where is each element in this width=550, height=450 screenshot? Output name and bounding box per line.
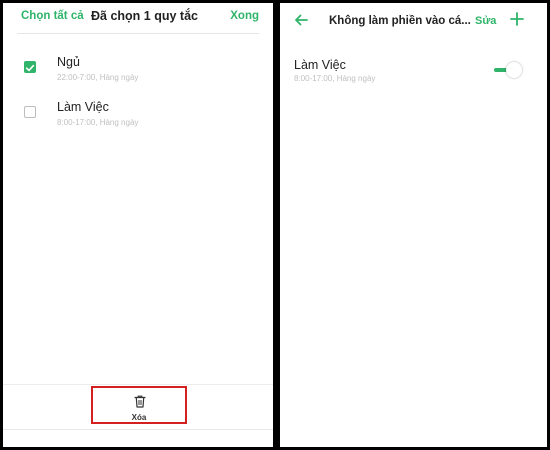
done-button[interactable]: Xong (230, 10, 259, 22)
toggle-knob (506, 62, 522, 78)
select-all-button[interactable]: Chọn tất cả (21, 10, 84, 22)
header-divider (17, 33, 259, 34)
rule-checkbox-work[interactable] (24, 106, 36, 118)
selection-title: Đã chọn 1 quy tắc (91, 9, 198, 23)
rule-name: Làm Việc (57, 100, 109, 114)
back-button[interactable] (294, 13, 308, 32)
delete-label: Xóa (131, 413, 147, 422)
rule-checkbox-sleep[interactable] (24, 61, 36, 73)
rule-item-work[interactable]: Làm Việc 8:00-17:00, Hàng ngày (280, 58, 547, 98)
plus-icon (510, 12, 524, 26)
trash-icon (134, 395, 146, 408)
dnd-title: Không làm phiền vào cá... (329, 15, 471, 27)
dnd-header: Không làm phiền vào cá... Sửa (280, 3, 547, 41)
add-rule-button[interactable] (510, 12, 524, 31)
rule-schedule: 8:00-17:00, Hàng ngày (57, 118, 139, 127)
selection-header: Chọn tất cả Đã chọn 1 quy tắc Xong (3, 3, 273, 33)
rule-selection-panel: Chọn tất cả Đã chọn 1 quy tắc Xong Ngủ 2… (3, 3, 273, 447)
rule-item-work[interactable]: Làm Việc 8:00-17:00, Hàng ngày (3, 100, 273, 140)
back-arrow-icon (295, 14, 308, 26)
bottom-divider (3, 429, 273, 430)
rule-name: Làm Việc (294, 58, 346, 72)
delete-button[interactable]: Xóa (91, 386, 187, 424)
do-not-disturb-panel: Không làm phiền vào cá... Sửa Làm Việc 8… (280, 3, 547, 447)
rule-item-sleep[interactable]: Ngủ 22:00-7:00, Hàng ngày (3, 55, 273, 95)
edit-button[interactable]: Sửa (475, 15, 496, 27)
check-icon (25, 64, 35, 72)
rule-name: Ngủ (57, 55, 80, 69)
rule-schedule: 22:00-7:00, Hàng ngày (57, 73, 139, 82)
rule-schedule: 8:00-17:00, Hàng ngày (294, 74, 376, 83)
rule-toggle[interactable] (494, 62, 524, 78)
